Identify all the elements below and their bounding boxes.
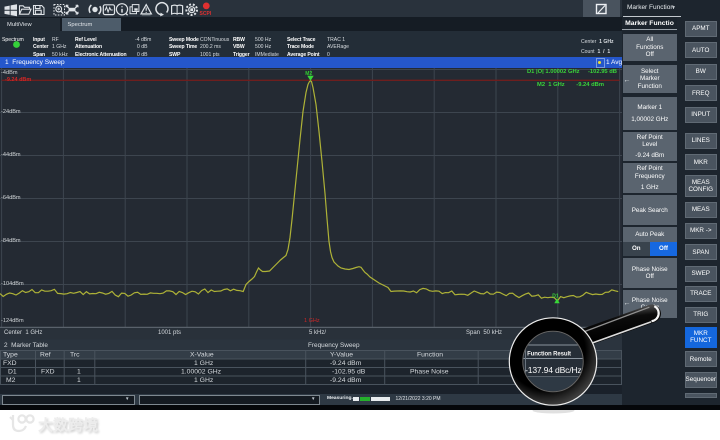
svg-text:X-Value: X-Value xyxy=(190,351,214,358)
svg-text:Ref: Ref xyxy=(40,351,51,358)
svg-text:FXD: FXD xyxy=(3,360,17,367)
svg-text:1: 1 xyxy=(77,368,81,375)
svg-text:1: 1 xyxy=(77,377,81,384)
svg-text:1.00002 GHz: 1.00002 GHz xyxy=(181,368,222,375)
svg-text:Function Result: Function Result xyxy=(527,352,571,358)
svg-text:Trc: Trc xyxy=(70,351,80,358)
svg-text:-102.95 dB: -102.95 dB xyxy=(332,368,366,375)
svg-text:大数跨境: 大数跨境 xyxy=(38,416,98,434)
svg-text:Type: Type xyxy=(3,351,18,358)
svg-text:1 GHz: 1 GHz xyxy=(194,377,214,384)
svg-text:Y-Value: Y-Value xyxy=(330,351,353,358)
svg-text:-9.24 dBm: -9.24 dBm xyxy=(330,377,362,384)
svg-text:Phase Noise: Phase Noise xyxy=(410,368,449,375)
svg-text:-137.94 dBc/Hz: -137.94 dBc/Hz xyxy=(525,365,581,375)
svg-text:Function: Function xyxy=(417,351,443,358)
svg-text:FXD: FXD xyxy=(41,368,55,375)
svg-text:M2: M2 xyxy=(305,71,312,77)
svg-text:M2: M2 xyxy=(6,377,16,384)
svg-text:D1: D1 xyxy=(8,368,17,375)
svg-text:1 GHz: 1 GHz xyxy=(194,360,214,367)
svg-text:-9.24 dBm: -9.24 dBm xyxy=(330,360,362,367)
